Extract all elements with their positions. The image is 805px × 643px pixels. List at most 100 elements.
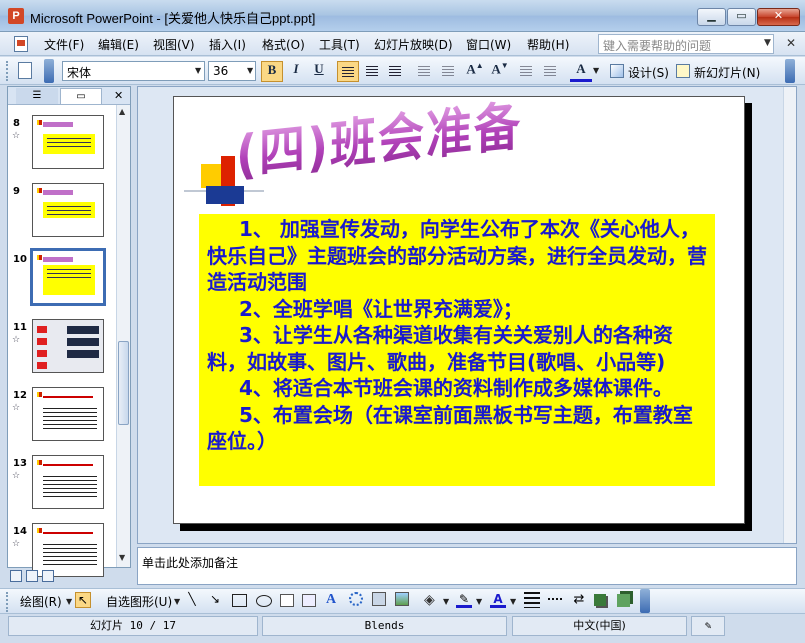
new-document-icon[interactable] [18, 62, 32, 79]
font-color-icon[interactable]: A [490, 592, 506, 608]
slide-thumbnail[interactable] [32, 319, 104, 373]
rectangle-tool-icon[interactable] [232, 594, 247, 607]
bullet-list-icon[interactable] [437, 61, 459, 82]
slide-thumbnail-row[interactable]: 10 [8, 248, 116, 309]
diagram-icon[interactable] [349, 592, 363, 606]
autoshapes-button[interactable]: 自选图形(U) [106, 593, 172, 610]
slide-thumbnail-row[interactable]: 8 ☆ [8, 115, 116, 173]
toolbar-options-handle[interactable] [785, 59, 795, 83]
font-color-icon[interactable]: A [570, 61, 592, 82]
increase-font-icon[interactable]: A▲ [464, 61, 486, 82]
picture-icon[interactable] [395, 592, 409, 606]
select-pointer-icon[interactable]: ↖ [75, 592, 91, 608]
fill-color-icon[interactable]: ◈ [424, 592, 440, 608]
close-icon[interactable]: ✕ [114, 89, 123, 102]
chevron-down-icon[interactable]: ▼ [195, 66, 201, 75]
menu-insert[interactable]: 插入(I) [209, 36, 246, 53]
toolbar-options-handle[interactable] [640, 589, 650, 613]
design-icon[interactable] [610, 64, 624, 78]
arrow-tool-icon[interactable]: ↘ [207, 592, 223, 608]
slide-canvas[interactable]: (四)班会准备 1、 加强宣传发动，向学生公布了本次《关心他人，快乐自己》主题班… [173, 96, 745, 524]
menu-format[interactable]: 格式(O) [262, 36, 305, 53]
slide-thumbnail[interactable] [32, 387, 104, 441]
slideshow-view-icon[interactable] [42, 570, 54, 582]
draw-menu-button[interactable]: 绘图(R) [20, 593, 62, 610]
new-slide-button[interactable]: 新幻灯片(N) [694, 64, 760, 81]
italic-button[interactable]: I [285, 61, 307, 82]
new-slide-icon[interactable] [676, 64, 690, 78]
clipart-icon[interactable] [372, 592, 386, 606]
shadow-style-icon[interactable] [594, 594, 606, 606]
numbered-list-icon[interactable] [413, 61, 435, 82]
vertical-textbox-icon[interactable] [302, 594, 316, 607]
notes-pane[interactable]: 单击此处添加备注 [137, 547, 797, 585]
slide-thumbnail-selected[interactable] [30, 248, 106, 306]
line-color-icon[interactable]: ✎ [456, 592, 472, 608]
3d-style-icon[interactable] [617, 594, 630, 607]
editor-scrollbar[interactable] [783, 87, 796, 543]
slide-number: 11 [13, 322, 27, 333]
toolbar-grip[interactable] [6, 592, 9, 612]
close-button[interactable]: ✕ [757, 8, 800, 26]
slide-thumbnail-row[interactable]: 13 ☆ [8, 455, 116, 513]
menu-slideshow[interactable]: 幻灯片放映(D) [374, 36, 453, 53]
chevron-down-icon[interactable]: ▼ [510, 597, 516, 606]
close-document-icon[interactable]: ✕ [786, 36, 796, 50]
slide-thumbnail[interactable] [32, 455, 104, 509]
decrease-font-icon[interactable]: A▼ [489, 61, 511, 82]
scroll-up-icon[interactable]: ▲ [119, 107, 125, 116]
chevron-down-icon[interactable]: ▼ [593, 66, 599, 75]
menu-view[interactable]: 视图(V) [153, 36, 195, 53]
document-icon[interactable] [14, 36, 28, 52]
scroll-down-icon[interactable]: ▼ [119, 553, 125, 562]
bold-button[interactable]: B [261, 61, 283, 82]
arrow-style-icon[interactable]: ⇄ [571, 592, 587, 608]
tab-outline[interactable]: ☰ [16, 88, 58, 104]
minimize-button[interactable]: ▁ [697, 8, 726, 26]
help-search-input[interactable]: 键入需要帮助的问题 [598, 34, 774, 54]
slides-pane-scrollbar[interactable]: ▲ ▼ [116, 105, 130, 567]
chevron-down-icon[interactable]: ▼ [247, 66, 253, 75]
tab-slides[interactable]: ▭ [60, 88, 102, 104]
align-center-button[interactable] [361, 61, 383, 82]
toolbar-grip[interactable] [6, 61, 9, 81]
slide-content-box[interactable]: 1、 加强宣传发动，向学生公布了本次《关心他人，快乐自己》主题班会的部分活动方案… [199, 214, 715, 486]
design-button[interactable]: 设计(S) [628, 64, 669, 81]
menu-window[interactable]: 窗口(W) [466, 36, 511, 53]
align-right-button[interactable] [384, 61, 406, 82]
line-style-icon[interactable] [524, 592, 540, 608]
increase-indent-icon[interactable] [539, 61, 561, 82]
menu-edit[interactable]: 编辑(E) [98, 36, 139, 53]
toolbar-options-handle[interactable] [44, 59, 54, 83]
font-name-select[interactable]: 宋体 [62, 61, 205, 81]
chevron-down-icon[interactable]: ▼ [476, 597, 482, 606]
menu-tools[interactable]: 工具(T) [319, 36, 360, 53]
chevron-down-icon[interactable]: ▼ [66, 597, 72, 606]
underline-button[interactable]: U [308, 61, 330, 82]
slide-thumbnail[interactable] [32, 183, 104, 237]
slide-thumbnail[interactable] [32, 523, 104, 577]
maximize-button[interactable]: ▭ [727, 8, 756, 26]
dash-style-icon[interactable] [548, 592, 564, 608]
slide-thumbnail-row[interactable]: 11 ☆ [8, 319, 116, 377]
chevron-down-icon[interactable]: ▼ [764, 38, 771, 48]
scrollbar-thumb[interactable] [118, 341, 129, 425]
slide-thumbnail[interactable] [32, 115, 104, 169]
menu-help[interactable]: 帮助(H) [527, 36, 569, 53]
oval-tool-icon[interactable] [256, 595, 272, 607]
spelling-check-icon[interactable]: ✎ [691, 616, 725, 636]
slide-title[interactable]: (四)班会准备 [236, 97, 522, 190]
textbox-tool-icon[interactable] [280, 594, 294, 607]
align-left-button[interactable] [337, 61, 359, 82]
normal-view-icon[interactable] [10, 570, 22, 582]
line-tool-icon[interactable]: ╲ [184, 592, 200, 608]
slide-thumbnail-row[interactable]: 12 ☆ [8, 387, 116, 445]
decrease-indent-icon[interactable] [515, 61, 537, 82]
chevron-down-icon[interactable]: ▼ [443, 597, 449, 606]
chevron-down-icon[interactable]: ▼ [174, 597, 180, 606]
wordart-icon[interactable]: A [326, 592, 342, 608]
slide-sorter-view-icon[interactable] [26, 570, 38, 582]
slide-number: 9 [13, 186, 20, 197]
slide-thumbnail-row[interactable]: 9 [8, 183, 116, 241]
menu-file[interactable]: 文件(F) [44, 36, 84, 53]
